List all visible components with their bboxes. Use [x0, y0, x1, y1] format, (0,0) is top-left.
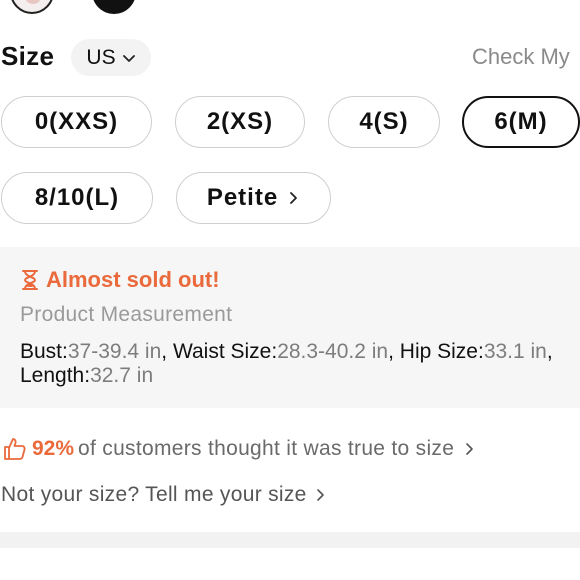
- size-title: Size: [1, 41, 55, 71]
- size-option-8-10l[interactable]: 8/10(L): [1, 172, 153, 224]
- section-divider: [0, 532, 580, 548]
- size-option-petite[interactable]: Petite: [176, 172, 331, 224]
- thumbs-up-icon: [4, 438, 26, 460]
- measurement-value: 33.1 in: [483, 340, 547, 363]
- measurement-value: 32.7 in: [90, 364, 154, 387]
- measurement-list: Bust:37-39.4 in, Waist Size:28.3-40.2 in…: [20, 340, 565, 388]
- not-your-size-text: Not your size? Tell me your size: [1, 483, 307, 506]
- size-option-label: 2(XS): [206, 108, 274, 135]
- hourglass-icon: [22, 270, 38, 290]
- measurement-value: 28.3-40.2 in: [277, 340, 389, 363]
- measurement-separator: ,: [161, 340, 173, 363]
- tell-me-your-size-link[interactable]: Not your size? Tell me your size: [1, 483, 327, 507]
- color-swatch-black[interactable]: [92, 0, 136, 14]
- color-swatch-floral[interactable]: [10, 0, 54, 14]
- size-option-label: 6(M): [494, 108, 548, 135]
- measurement-name: Length:: [20, 364, 91, 387]
- true-to-size-link[interactable]: 92% of customers thought it was true to …: [2, 436, 476, 462]
- stock-alert: Almost sold out!: [20, 267, 220, 293]
- measurement-separator: ,: [388, 340, 400, 363]
- measurement-name: Hip Size:: [399, 340, 484, 363]
- region-selector[interactable]: US: [71, 39, 151, 76]
- size-option-6m[interactable]: 6(M): [462, 96, 580, 148]
- measurement-title: Product Measurement: [20, 303, 233, 326]
- stock-message: Almost sold out!: [46, 267, 220, 292]
- measurement-name: Waist Size:: [172, 340, 278, 363]
- chevron-right-icon: [316, 489, 324, 501]
- check-my-size-link[interactable]: Check My: [472, 44, 570, 70]
- size-option-0xxs[interactable]: 0(XXS): [1, 96, 152, 148]
- size-option-4s[interactable]: 4(S): [328, 96, 440, 148]
- chevron-right-icon: [466, 443, 474, 455]
- fit-text: of customers thought it was true to size: [78, 437, 455, 460]
- fit-percent: 92%: [32, 437, 75, 460]
- size-option-label: 8/10(L): [34, 184, 120, 211]
- measurement-separator: ,: [546, 340, 553, 363]
- measurement-value: 37-39.4 in: [67, 340, 162, 363]
- size-option-label: 4(S): [359, 108, 409, 135]
- stock-measurement-panel: Almost sold out! Product Measurement Bus…: [0, 247, 580, 408]
- measurement-name: Bust:: [20, 340, 68, 363]
- size-option-label: Petite: [206, 184, 279, 211]
- size-option-label: 0(XXS): [34, 108, 119, 135]
- size-option-2xs[interactable]: 2(XS): [175, 96, 305, 148]
- chevron-down-icon: [122, 54, 135, 62]
- chevron-right-icon: [290, 192, 298, 204]
- region-label: US: [86, 45, 116, 69]
